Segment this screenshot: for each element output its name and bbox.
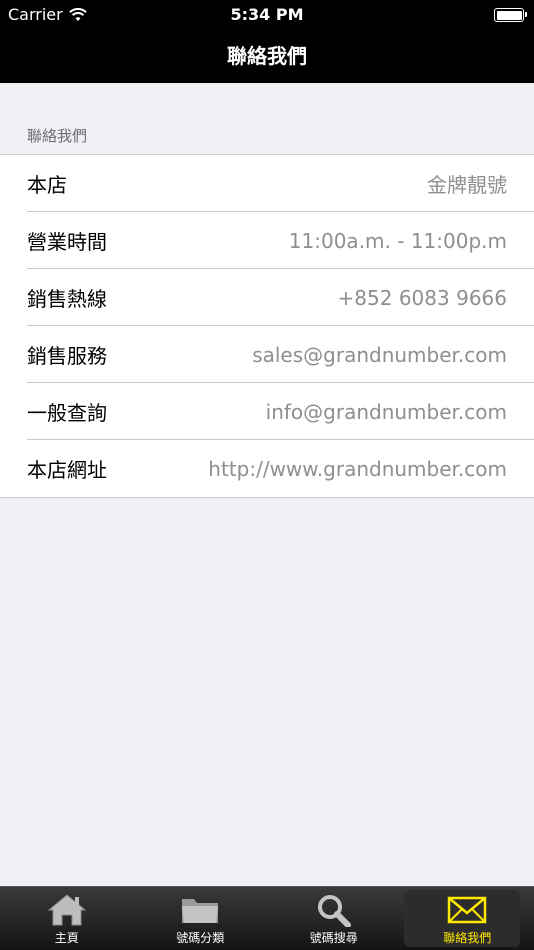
row-label: 本店 [27, 173, 67, 197]
section-header: 聯絡我們 [27, 127, 88, 145]
status-bar: Carrier 5:34 PM [0, 0, 534, 28]
tab-label: 主頁 [54, 931, 79, 945]
row-label: 銷售服務 [27, 344, 107, 368]
tab-label: 號碼搜尋 [309, 931, 358, 945]
tab-home[interactable]: 主頁 [0, 887, 134, 950]
contact-row-info-email[interactable]: 一般查詢 info@grandnumber.com [0, 383, 534, 440]
contact-row-website[interactable]: 本店網址 http://www.grandnumber.com [0, 440, 534, 497]
row-label: 營業時間 [27, 230, 107, 254]
home-icon [47, 894, 87, 926]
tab-label: 聯絡我們 [443, 931, 492, 945]
tab-bar: 主頁 號碼分類 號碼搜尋 聯絡我們 [0, 886, 534, 950]
row-label: 一般查詢 [27, 401, 107, 425]
status-time: 5:34 PM [230, 5, 304, 24]
contact-row-store[interactable]: 本店 金牌靚號 [0, 155, 534, 212]
tab-label: 號碼分類 [176, 931, 225, 945]
row-value: http://www.grandnumber.com [208, 456, 507, 481]
tab-search[interactable]: 號碼搜尋 [267, 887, 401, 950]
contact-list: 本店 金牌靚號 營業時間 11:00a.m. - 11:00p.m 銷售熱線 +… [0, 154, 534, 498]
tab-categories[interactable]: 號碼分類 [134, 887, 268, 950]
contact-row-hours[interactable]: 營業時間 11:00a.m. - 11:00p.m [0, 212, 534, 269]
row-value: 金牌靚號 [427, 173, 507, 197]
contact-row-hotline[interactable]: 銷售熱線 +852 6083 9666 [0, 269, 534, 326]
contact-row-sales-email[interactable]: 銷售服務 sales@grandnumber.com [0, 326, 534, 383]
row-value: info@grandnumber.com [265, 399, 507, 424]
top-bar: Carrier 5:34 PM 聯絡我們 [0, 0, 534, 83]
envelope-icon [448, 896, 487, 924]
row-label: 銷售熱線 [27, 287, 107, 311]
row-label: 本店網址 [27, 458, 107, 482]
page-title: 聯絡我們 [227, 44, 307, 68]
search-icon [317, 895, 351, 927]
row-value: +852 6083 9666 [337, 285, 507, 310]
tab-contact[interactable]: 聯絡我們 [401, 887, 534, 950]
battery-icon [494, 8, 527, 22]
folder-icon [182, 899, 219, 923]
row-value: sales@grandnumber.com [252, 342, 507, 367]
row-value: 11:00a.m. - 11:00p.m [288, 228, 507, 253]
